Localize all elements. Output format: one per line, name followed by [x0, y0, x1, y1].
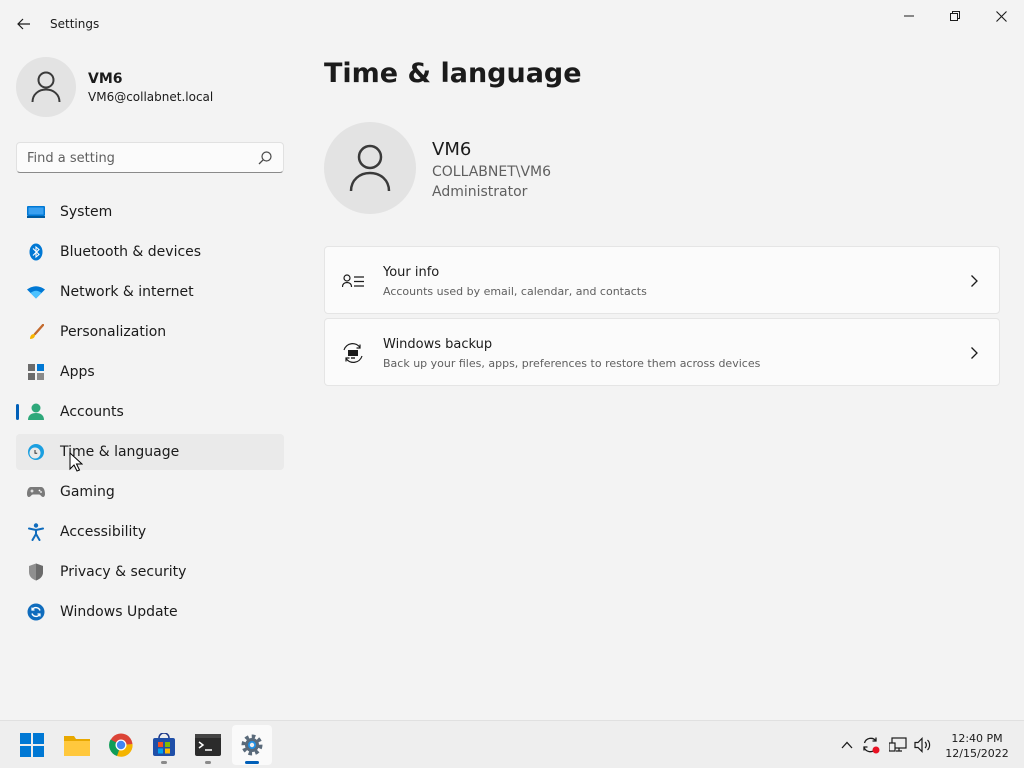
- system-icon: [26, 202, 46, 222]
- gamepad-icon: [26, 482, 46, 502]
- sidebar-item-label: Accessibility: [60, 524, 147, 540]
- person-list-icon: [342, 274, 364, 288]
- profile-name: VM6: [88, 70, 123, 87]
- sidebar-item-windows-update[interactable]: Windows Update: [16, 594, 284, 630]
- network-tray-button[interactable]: [887, 735, 909, 755]
- start-button[interactable]: [12, 725, 52, 765]
- bluetooth-icon: [26, 242, 46, 262]
- minimize-icon: [904, 15, 914, 17]
- sidebar-nav: System Bluetooth & devices Network & int…: [16, 194, 284, 634]
- user-account-card: VM6 COLLABNET\VM6 Administrator: [324, 122, 551, 214]
- card-title: Your info: [383, 265, 440, 280]
- brush-icon: [26, 322, 46, 342]
- account-profile[interactable]: VM6 VM6@collabnet.local: [16, 57, 213, 117]
- clock-date: 12/15/2022: [945, 747, 1009, 760]
- chrome-button[interactable]: [101, 725, 141, 765]
- app-title: Settings: [50, 17, 100, 31]
- volume-tray-button[interactable]: [912, 735, 934, 755]
- user-avatar: [324, 122, 416, 214]
- windows-backup-card[interactable]: Windows backup Back up your files, apps,…: [324, 318, 1000, 386]
- time-language-icon: [26, 442, 46, 462]
- avatar: [16, 57, 76, 117]
- sidebar-item-gaming[interactable]: Gaming: [16, 474, 284, 510]
- sidebar-item-personalization[interactable]: Personalization: [16, 314, 284, 350]
- terminal-button[interactable]: [188, 725, 228, 765]
- sidebar-item-accounts[interactable]: Accounts: [16, 394, 284, 430]
- sidebar-item-label: Gaming: [60, 484, 115, 500]
- chevron-right-icon: [971, 347, 978, 359]
- maximize-icon: [950, 11, 960, 21]
- profile-email: VM6@collabnet.local: [88, 89, 214, 104]
- back-button[interactable]: [10, 12, 38, 36]
- file-explorer-button[interactable]: [57, 725, 97, 765]
- wifi-icon: [26, 282, 46, 302]
- active-indicator: [245, 761, 259, 764]
- chevron-right-icon: [971, 275, 978, 287]
- file-explorer-icon: [64, 736, 90, 756]
- back-arrow-icon: [17, 18, 30, 30]
- card-subtitle: Accounts used by email, calendar, and co…: [383, 285, 647, 298]
- volume-icon: [914, 737, 931, 753]
- chrome-icon: [109, 733, 133, 757]
- close-button[interactable]: [978, 0, 1024, 32]
- network-icon: [889, 737, 907, 752]
- taskbar-clock[interactable]: 12:40 PM 12/15/2022: [944, 731, 1010, 761]
- terminal-icon: [195, 734, 221, 756]
- shield-icon: [26, 562, 46, 582]
- running-indicator: [161, 761, 167, 764]
- sync-tray-button[interactable]: [860, 735, 882, 755]
- maximize-button[interactable]: [932, 0, 978, 32]
- accounts-icon: [26, 402, 46, 422]
- search-box[interactable]: [16, 142, 284, 173]
- apps-icon: [26, 362, 46, 382]
- sidebar-item-label: Windows Update: [60, 604, 178, 620]
- user-role: Administrator: [432, 184, 528, 200]
- card-subtitle: Back up your files, apps, preferences to…: [383, 357, 761, 370]
- sidebar-item-privacy[interactable]: Privacy & security: [16, 554, 284, 590]
- sidebar-item-time-language[interactable]: Time & language: [16, 434, 284, 470]
- sidebar-item-accessibility[interactable]: Accessibility: [16, 514, 284, 550]
- show-hidden-icons-button[interactable]: [836, 735, 858, 755]
- sync-icon: [863, 737, 880, 754]
- page-title: Time & language: [324, 58, 582, 89]
- minimize-button[interactable]: [886, 0, 932, 32]
- windows-update-icon: [26, 602, 46, 622]
- sidebar-item-label: Bluetooth & devices: [60, 244, 202, 260]
- clock-time: 12:40 PM: [951, 732, 1003, 745]
- user-domain: COLLABNET\VM6: [432, 164, 552, 180]
- user-name: VM6: [432, 139, 472, 160]
- sidebar-item-label: Apps: [60, 364, 95, 380]
- sidebar-item-bluetooth[interactable]: Bluetooth & devices: [16, 234, 284, 270]
- search-input[interactable]: [27, 149, 252, 167]
- accessibility-icon: [26, 522, 46, 542]
- card-title: Windows backup: [383, 337, 493, 352]
- store-icon: [153, 733, 175, 756]
- chevron-up-icon: [841, 741, 853, 749]
- sidebar-item-label: System: [60, 204, 113, 220]
- running-indicator: [205, 761, 211, 764]
- store-button[interactable]: [144, 725, 184, 765]
- close-icon: [995, 10, 1007, 22]
- taskbar: 12:40 PM 12/15/2022: [0, 720, 1024, 768]
- sidebar-item-label: Accounts: [60, 404, 124, 420]
- title-bar: Settings: [0, 0, 1024, 48]
- settings-icon: [241, 734, 263, 756]
- person-icon: [31, 71, 61, 103]
- search-icon[interactable]: [257, 150, 273, 166]
- mouse-cursor-icon: [69, 452, 83, 472]
- sidebar-item-label: Privacy & security: [60, 564, 187, 580]
- sidebar-item-apps[interactable]: Apps: [16, 354, 284, 390]
- person-icon: [349, 144, 391, 192]
- sidebar-item-label: Personalization: [60, 324, 167, 340]
- your-info-card[interactable]: Your info Accounts used by email, calend…: [324, 246, 1000, 314]
- backup-icon: [343, 343, 363, 363]
- sidebar-item-network[interactable]: Network & internet: [16, 274, 284, 310]
- sidebar-item-label: Network & internet: [60, 284, 194, 300]
- sidebar-item-system[interactable]: System: [16, 194, 284, 230]
- settings-taskbar-button[interactable]: [232, 725, 272, 765]
- start-icon: [20, 733, 44, 757]
